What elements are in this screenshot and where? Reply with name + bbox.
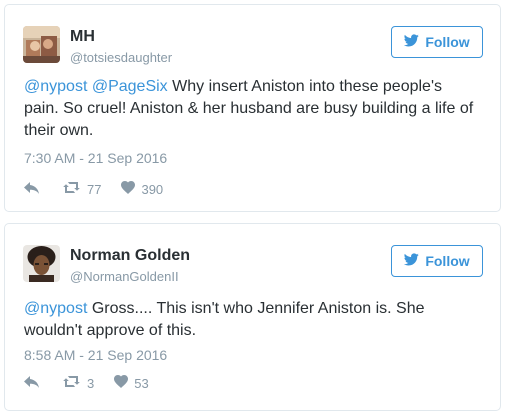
user-handle[interactable]: @totsiesdaughter [70, 50, 172, 65]
user-name[interactable]: MH [70, 28, 95, 46]
tweet-actions: 3 53 [24, 375, 149, 391]
follow-label: Follow [425, 253, 470, 269]
retweet-icon [62, 181, 81, 197]
heart-icon [114, 375, 129, 391]
tweet-card: Norman Golden @NormanGoldenII Follow @ny… [4, 223, 501, 411]
avatar[interactable] [23, 245, 60, 282]
mention-link[interactable]: @PageSix [92, 78, 168, 95]
heart-icon [121, 181, 136, 197]
timestamp[interactable]: 8:58 AM - 21 Sep 2016 [24, 347, 167, 363]
follow-button[interactable]: Follow [391, 26, 483, 58]
like-count: 53 [134, 375, 149, 391]
mention-link[interactable]: @nypost [24, 78, 87, 95]
follow-label: Follow [425, 34, 470, 50]
twitter-bird-icon [404, 253, 420, 269]
retweet-count: 3 [87, 375, 95, 391]
like-count: 390 [141, 181, 164, 197]
user-handle[interactable]: @NormanGoldenII [70, 269, 179, 284]
retweet-count: 77 [87, 181, 102, 197]
timestamp[interactable]: 7:30 AM - 21 Sep 2016 [24, 150, 167, 166]
avatar[interactable] [23, 26, 60, 63]
tweet-text: @nypost Gross.... This isn't who Jennife… [24, 298, 480, 342]
like-button[interactable]: 53 [114, 375, 149, 391]
user-name[interactable]: Norman Golden [70, 247, 190, 265]
tweet-actions: 77 390 [24, 181, 163, 197]
reply-icon[interactable] [24, 376, 40, 390]
mention-link[interactable]: @nypost [24, 300, 87, 317]
tweet-card: MH @totsiesdaughter Follow @nypost @Page… [4, 4, 501, 212]
twitter-bird-icon [404, 34, 420, 50]
like-button[interactable]: 390 [121, 181, 163, 197]
follow-button[interactable]: Follow [391, 245, 483, 277]
retweet-button[interactable]: 77 [62, 181, 101, 197]
reply-icon[interactable] [24, 182, 40, 196]
tweet-text: @nypost @PageSix Why insert Aniston into… [24, 76, 480, 142]
retweet-icon [62, 375, 81, 391]
retweet-button[interactable]: 3 [62, 375, 94, 391]
